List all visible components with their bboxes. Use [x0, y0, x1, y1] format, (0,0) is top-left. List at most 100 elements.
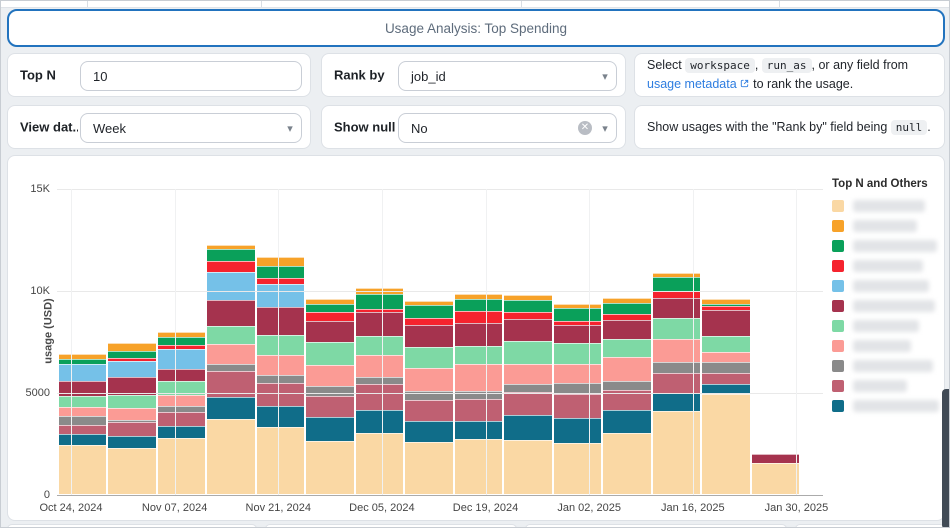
bar-segment-redacted-03[interactable] — [702, 372, 750, 384]
bar-segment-redacted-01[interactable] — [454, 438, 503, 494]
bar-segment-redacted-07[interactable] — [306, 320, 354, 342]
bar-nov-21-2024[interactable] — [256, 257, 305, 494]
bar-segment-redacted-02[interactable] — [454, 420, 503, 439]
bar-segment-redacted-10[interactable] — [207, 249, 255, 262]
external-link-icon[interactable] — [739, 76, 750, 94]
bar-segment-redacted-06[interactable] — [207, 325, 255, 345]
bar-segment-redacted-02[interactable] — [553, 418, 602, 443]
show-null-select[interactable]: No ✕ ▾ — [398, 113, 617, 143]
bar-nov-07-2024[interactable] — [157, 331, 206, 494]
bar-jan-02-2025[interactable] — [553, 303, 602, 494]
bar-segment-redacted-10[interactable] — [504, 300, 552, 313]
legend-item-7[interactable] — [832, 319, 944, 332]
bar-segment-redacted-07[interactable] — [702, 310, 750, 336]
bar-segment-redacted-08[interactable] — [256, 283, 305, 308]
bar-segment-redacted-08[interactable] — [59, 364, 107, 381]
bar-segment-redacted-07[interactable] — [405, 324, 453, 348]
bar-nov-28-2024[interactable] — [306, 299, 354, 494]
bar-segment-redacted-05[interactable] — [603, 357, 651, 381]
bar-segment-redacted-09[interactable] — [207, 261, 255, 272]
bar-jan-09-2025[interactable] — [603, 298, 651, 494]
bar-segment-redacted-10[interactable] — [454, 299, 503, 312]
legend-item-2[interactable] — [832, 219, 944, 232]
bar-segment-redacted-10[interactable] — [553, 308, 602, 321]
legend-item-9[interactable] — [832, 359, 944, 372]
bar-segment-redacted-02[interactable] — [405, 420, 453, 442]
legend-item-10[interactable] — [832, 379, 944, 392]
bar-segment-redacted-01[interactable] — [59, 445, 107, 494]
bar-segment-redacted-07[interactable] — [504, 318, 552, 341]
clear-selection-icon[interactable]: ✕ — [578, 121, 592, 135]
bar-segment-redacted-06[interactable] — [306, 342, 354, 366]
bar-segment-redacted-06[interactable] — [454, 346, 503, 365]
bar-segment-redacted-01[interactable] — [306, 440, 354, 494]
bar-segment-redacted-04[interactable] — [702, 362, 750, 373]
top-n-input[interactable] — [81, 68, 301, 84]
bar-segment-redacted-01[interactable] — [504, 439, 552, 494]
bar-oct-24-2024[interactable] — [59, 354, 107, 494]
legend-item-3[interactable] — [832, 239, 944, 252]
bar-segment-redacted-02[interactable] — [355, 410, 404, 433]
bar-dec-26-2024[interactable] — [504, 294, 552, 494]
legend-item-5[interactable] — [832, 279, 944, 292]
bar-segment-redacted-02[interactable] — [59, 433, 107, 445]
bar-segment-redacted-04[interactable] — [504, 383, 552, 392]
bar-segment-redacted-06[interactable] — [553, 343, 602, 365]
chevron-down-icon[interactable]: ▾ — [594, 122, 616, 135]
bar-segment-redacted-06[interactable] — [355, 335, 404, 356]
chevron-down-icon[interactable]: ▾ — [279, 122, 301, 135]
bar-segment-redacted-02[interactable] — [256, 406, 305, 427]
bar-segment-redacted-06[interactable] — [405, 347, 453, 368]
chevron-down-icon[interactable]: ▾ — [594, 70, 616, 83]
bar-segment-redacted-05[interactable] — [504, 364, 552, 384]
bar-segment-redacted-04[interactable] — [306, 385, 354, 397]
bar-segment-redacted-07[interactable] — [553, 324, 602, 344]
bar-segment-redacted-06[interactable] — [504, 340, 552, 365]
bar-segment-redacted-07[interactable] — [355, 312, 404, 336]
bar-segment-redacted-07[interactable] — [256, 307, 305, 335]
bar-segment-redacted-05[interactable] — [256, 355, 305, 375]
legend-item-1[interactable] — [832, 199, 944, 212]
bar-dec-12-2024[interactable] — [405, 301, 453, 494]
bar-segment-redacted-05[interactable] — [355, 355, 404, 377]
bar-segment-redacted-01[interactable] — [405, 441, 453, 494]
bar-segment-redacted-07[interactable] — [454, 322, 503, 347]
bar-segment-redacted-10[interactable] — [405, 305, 453, 318]
bar-segment-redacted-03[interactable] — [553, 394, 602, 419]
rank-by-select[interactable]: job_id ▾ — [398, 61, 617, 91]
scrollbar-thumb[interactable] — [942, 389, 949, 527]
bar-segment-redacted-03[interactable] — [306, 396, 354, 418]
bar-segment-redacted-05[interactable] — [454, 364, 503, 391]
bar-segment-redacted-06[interactable] — [702, 335, 750, 353]
bar-segment-redacted-06[interactable] — [59, 396, 107, 408]
bar-segment-redacted-06[interactable] — [108, 395, 156, 409]
bar-segment-redacted-01[interactable] — [207, 419, 255, 494]
bar-segment-redacted-06[interactable] — [603, 338, 651, 358]
bar-segment-redacted-03[interactable] — [355, 383, 404, 411]
bar-segment-redacted-07[interactable] — [603, 319, 651, 339]
bar-segment-redacted-03[interactable] — [504, 391, 552, 416]
bar-segment-redacted-03[interactable] — [405, 400, 453, 421]
bar-segment-redacted-05[interactable] — [553, 364, 602, 383]
bar-segment-redacted-08[interactable] — [108, 361, 156, 377]
bar-dec-19-2024[interactable] — [454, 294, 503, 494]
bar-segment-redacted-05[interactable] — [207, 344, 255, 365]
bar-segment-redacted-10[interactable] — [603, 303, 651, 315]
bar-segment-redacted-02[interactable] — [504, 415, 552, 440]
bar-segment-redacted-10[interactable] — [108, 351, 156, 359]
view-data-select[interactable]: Week ▾ — [80, 113, 302, 143]
bar-segment-redacted-10[interactable] — [256, 265, 305, 278]
bar-jan-23-2025[interactable] — [702, 299, 750, 494]
bar-segment-redacted-09[interactable] — [454, 311, 503, 323]
bar-segment-redacted-05[interactable] — [59, 407, 107, 417]
bar-segment-redacted-01[interactable] — [256, 426, 305, 494]
bar-oct-31-2024[interactable] — [108, 343, 156, 494]
bar-segment-redacted-01[interactable] — [108, 448, 156, 494]
bar-segment-redacted-05[interactable] — [108, 408, 156, 420]
bar-segment-redacted-05[interactable] — [306, 365, 354, 386]
bar-segment-redacted-08[interactable] — [207, 271, 255, 301]
usage-metadata-link[interactable]: usage metadata — [647, 77, 737, 91]
bar-jan-30-2025[interactable] — [751, 453, 800, 494]
bar-segment-redacted-04[interactable] — [603, 380, 651, 390]
legend-item-6[interactable] — [832, 299, 944, 312]
